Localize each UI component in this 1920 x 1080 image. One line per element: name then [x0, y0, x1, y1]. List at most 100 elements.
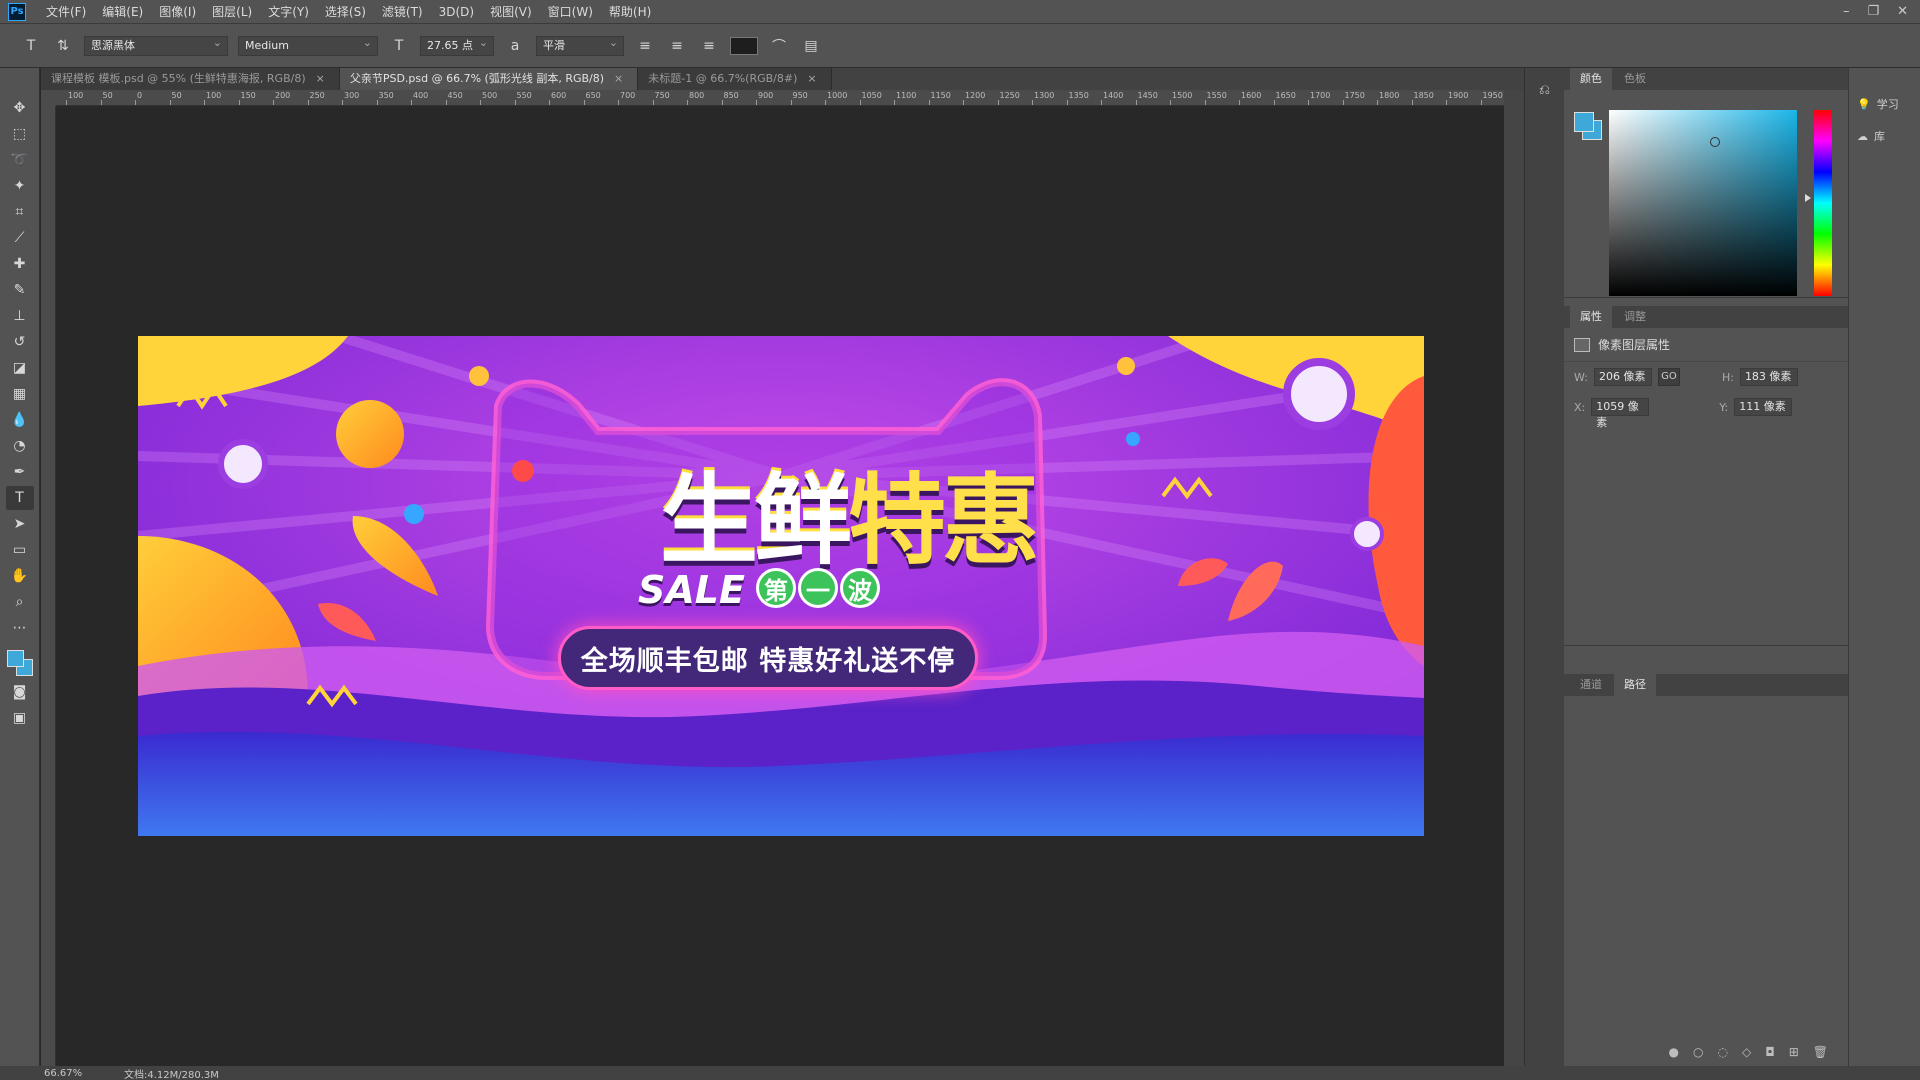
menu-image[interactable]: 图像(I) [151, 0, 204, 24]
antialias-select[interactable]: 平滑 [536, 34, 624, 56]
close-tab-icon[interactable]: × [316, 72, 325, 85]
align-right-icon[interactable]: ≡ [698, 35, 720, 57]
menu-layer[interactable]: 图层(L) [204, 0, 260, 24]
close-tab-icon[interactable]: × [807, 72, 816, 85]
y-field[interactable]: 111 像素 [1734, 398, 1793, 416]
color-field[interactable] [1609, 110, 1797, 296]
zoom-level[interactable]: 66.67% [0, 1068, 82, 1079]
color-picker-marker[interactable] [1710, 137, 1720, 147]
eyedropper-tool-icon[interactable]: ⟋ [6, 226, 34, 250]
zoom-tool-icon[interactable]: ⌕ [6, 590, 34, 614]
height-field[interactable]: 183 像素 [1739, 368, 1798, 386]
close-tab-icon[interactable]: × [614, 72, 623, 85]
blur-tool-icon[interactable]: 💧 [6, 408, 34, 432]
hand-tool-icon[interactable]: ✋ [6, 564, 34, 588]
stamp-tool-icon[interactable]: ⊥ [6, 304, 34, 328]
ruler-origin[interactable] [41, 90, 56, 106]
menu-window[interactable]: 窗口(W) [540, 0, 601, 24]
menu-help[interactable]: 帮助(H) [601, 0, 659, 24]
banner-artwork[interactable]: 生鲜特惠 SALE 第 一 波 全场顺丰包邮 特惠好礼送不停 [138, 336, 1424, 836]
lasso-tool-icon[interactable]: ➰ [6, 148, 34, 172]
properties-header: 像素图层属性 [1564, 328, 1848, 362]
learn-label: 学习 [1876, 98, 1899, 111]
move-tool-icon[interactable]: ✥ [6, 96, 34, 120]
crop-tool-icon[interactable]: ⌗ [6, 200, 34, 224]
menu-type[interactable]: 文字(Y) [260, 0, 317, 24]
banner-sale-text: SALE [638, 568, 745, 612]
menu-view[interactable]: 视图(V) [482, 0, 540, 24]
shape-tool-icon[interactable]: ▭ [6, 538, 34, 562]
tab-properties[interactable]: 属性 [1570, 306, 1612, 328]
menu-select[interactable]: 选择(S) [317, 0, 374, 24]
hue-slider[interactable] [1814, 110, 1832, 296]
width-field[interactable]: 206 像素 [1593, 368, 1652, 386]
menu-3d[interactable]: 3D(D) [431, 0, 482, 24]
libraries-panel-button[interactable]: ☁ 库 [1849, 120, 1920, 152]
x-field[interactable]: 1059 像素 [1591, 398, 1650, 429]
tab-color[interactable]: 颜色 [1570, 68, 1612, 90]
type-tool-icon[interactable]: T [5, 486, 34, 510]
photoshop-logo: Ps [8, 2, 26, 21]
tab-adjustments[interactable]: 调整 [1614, 306, 1656, 328]
dodge-tool-icon[interactable]: ◔ [6, 434, 34, 458]
history-brush-tool-icon[interactable]: ↺ [6, 330, 34, 354]
banner-title-part-a: 生鲜 [659, 464, 852, 578]
character-panel-icon[interactable]: ▤ [800, 35, 822, 57]
make-work-path-icon[interactable]: ◇ [1742, 1045, 1751, 1059]
tab-document-active[interactable]: 父亲节PSD.psd @ 66.7% (弧形光线 副本, RGB/8) × [339, 68, 639, 90]
close-icon[interactable]: ✕ [1897, 4, 1908, 19]
more-tools-icon[interactable]: ⋯ [6, 616, 34, 640]
link-dimensions-icon[interactable]: GO [1657, 368, 1680, 386]
brush-tool-icon[interactable]: ✎ [6, 278, 34, 302]
menu-file[interactable]: 文件(F) [38, 0, 94, 24]
healing-brush-tool-icon[interactable]: ✚ [6, 252, 34, 276]
type-tool-preset-icon[interactable]: T [20, 35, 42, 57]
align-center-icon[interactable]: ≡ [666, 35, 688, 57]
font-family-select[interactable]: 思源黑体 [84, 34, 228, 56]
foreground-background-colors[interactable] [5, 648, 35, 678]
vertical-scrollbar[interactable] [1504, 90, 1524, 1066]
tab-swatches[interactable]: 色板 [1614, 68, 1656, 90]
hue-slider-marker[interactable] [1805, 194, 1811, 202]
horizontal-ruler[interactable]: 100 50 0 50 100 150 200 250 300 350 400 450 500 550 60… [56, 90, 1504, 106]
tab-channels[interactable]: 通道 [1570, 674, 1612, 696]
tab-document[interactable]: 未标题-1 @ 66.7%(RGB/8#) × [638, 68, 832, 90]
path-selection-tool-icon[interactable]: ➤ [6, 512, 34, 536]
load-selection-icon[interactable]: ◌ [1717, 1045, 1727, 1059]
text-color-swatch[interactable] [730, 36, 758, 55]
screen-mode-icon[interactable]: ▣ [6, 706, 34, 730]
font-size-select[interactable]: 27.65 点 [420, 34, 494, 56]
marquee-tool-icon[interactable]: ⬚ [6, 122, 34, 146]
ruler-tick-label: 100 [206, 91, 222, 100]
quick-mask-icon[interactable]: ◙ [6, 680, 34, 704]
tab-document[interactable]: 课程模板 模板.psd @ 55% (生鲜特惠海报, RGB/8) × [41, 68, 340, 90]
pen-tool-icon[interactable]: ✒ [6, 460, 34, 484]
ruler-tick-label: 1200 [965, 91, 986, 100]
warp-text-icon[interactable]: ⌒ [768, 35, 790, 57]
foreground-color-swatch[interactable] [6, 650, 24, 667]
menu-edit[interactable]: 编辑(E) [94, 0, 151, 24]
document-size[interactable]: 文档:4.12M/280.3M [68, 1066, 219, 1080]
minimize-icon[interactable]: – [1843, 4, 1850, 19]
banner-slogan-pill: 全场顺丰包邮 特惠好礼送不停 [558, 626, 978, 690]
font-size-icon: T [394, 37, 404, 54]
eraser-tool-icon[interactable]: ◪ [6, 356, 34, 380]
fill-path-icon[interactable]: ● [1669, 1045, 1679, 1059]
restore-icon[interactable]: ❐ [1867, 4, 1879, 19]
panel-foreground-swatch[interactable] [1574, 112, 1594, 132]
text-orientation-icon[interactable]: ⇅ [52, 35, 74, 57]
delete-path-icon[interactable]: 🗑 [1813, 1045, 1828, 1059]
new-path-icon[interactable]: ⊞ [1789, 1045, 1799, 1059]
align-left-icon[interactable]: ≡ [634, 35, 656, 57]
vertical-ruler[interactable] [41, 106, 56, 1066]
menu-filter[interactable]: 滤镜(T) [374, 0, 431, 24]
gradient-tool-icon[interactable]: ▦ [6, 382, 34, 406]
ruler-tick [1101, 100, 1102, 105]
tab-paths[interactable]: 路径 [1614, 674, 1656, 696]
stroke-path-icon[interactable]: ○ [1693, 1045, 1703, 1059]
history-panel-icon[interactable]: ⎌ [1531, 78, 1559, 102]
learn-panel-button[interactable]: 💡 学习 [1849, 88, 1920, 120]
magic-wand-tool-icon[interactable]: ✦ [6, 174, 34, 198]
font-style-select[interactable]: Medium [238, 34, 378, 56]
add-mask-icon[interactable]: ◘ [1765, 1045, 1775, 1059]
